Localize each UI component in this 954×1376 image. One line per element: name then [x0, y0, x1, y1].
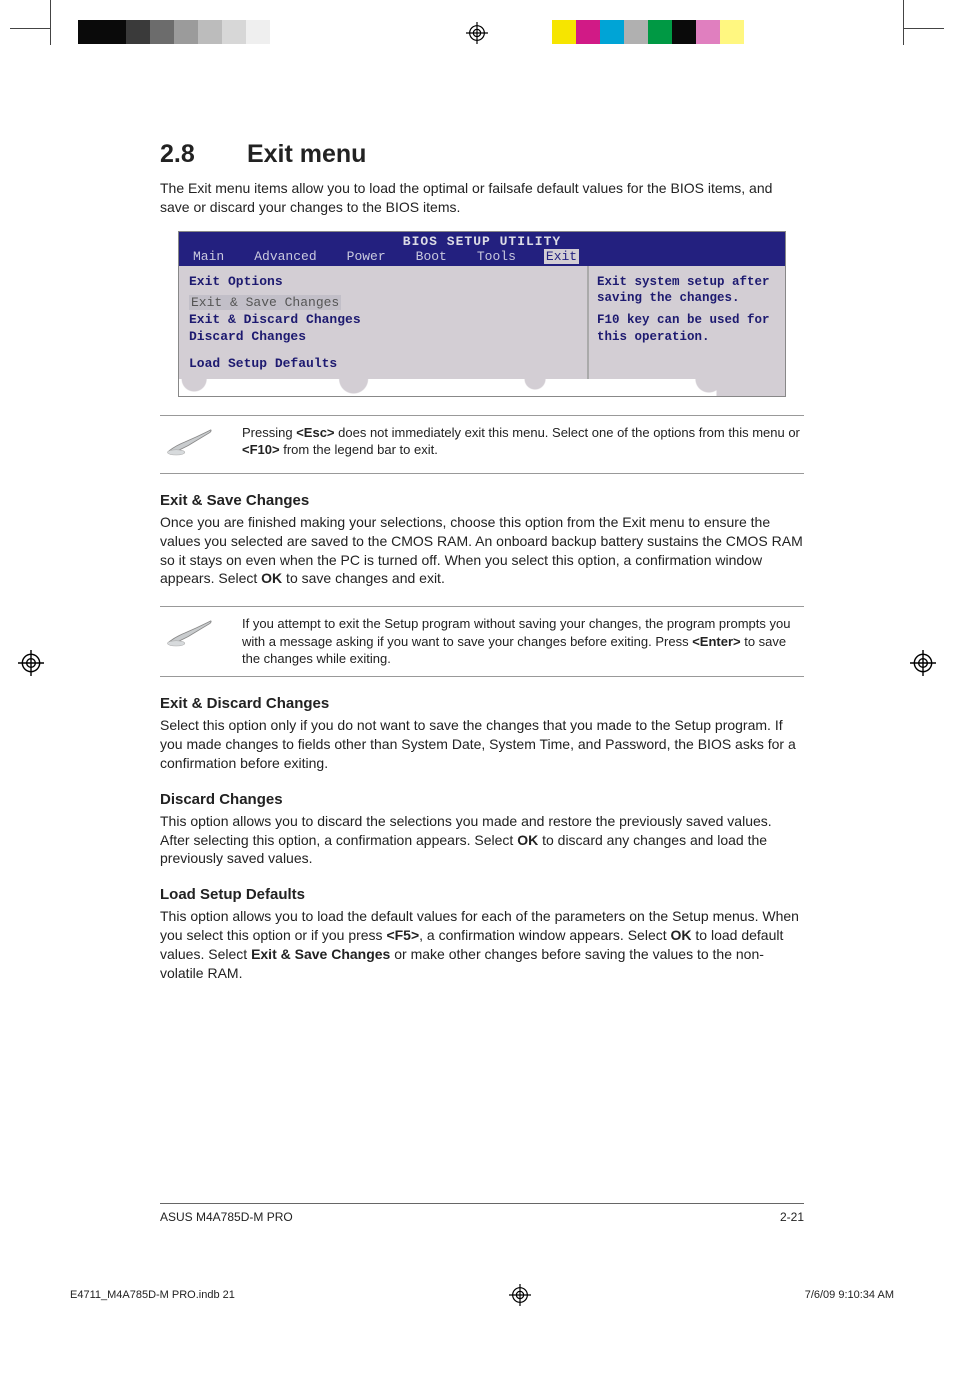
swatch: [102, 20, 126, 44]
crop-mark-right: [903, 0, 919, 45]
swatch: [696, 20, 720, 44]
bios-left-panel: Exit Options Exit & Save Changes Exit & D…: [179, 266, 587, 396]
crop-mark-left: [35, 0, 51, 45]
swatch: [672, 20, 696, 44]
swatch: [198, 20, 222, 44]
swatch: [600, 20, 624, 44]
bios-tab: Exit: [544, 249, 579, 264]
swatch: [222, 20, 246, 44]
swatch: [720, 20, 744, 44]
key-esc: <Esc>: [296, 425, 334, 440]
footer-product: ASUS M4A785D-M PRO: [160, 1210, 293, 1224]
swatch: [624, 20, 648, 44]
subsection-heading: Load Setup Defaults: [160, 886, 804, 903]
swatch: [150, 20, 174, 44]
subsection-heading: Discard Changes: [160, 791, 804, 808]
note-text: If you attempt to exit the Setup program…: [242, 615, 800, 668]
print-file: E4711_M4A785D-M PRO.indb 21: [70, 1289, 235, 1301]
bios-menu-item: Discard Changes: [189, 329, 577, 344]
section-heading: 2.8 Exit menu: [160, 140, 804, 169]
body-paragraph: This option allows you to discard the se…: [160, 812, 804, 869]
print-datetime: 7/6/09 9:10:34 AM: [805, 1289, 894, 1301]
bios-help-panel: Exit system setup after saving the chang…: [587, 266, 785, 396]
registration-mark-icon: [910, 650, 936, 676]
bios-tab: Main: [191, 249, 226, 264]
swatch: [576, 20, 600, 44]
bios-menu-item: Exit & Discard Changes: [189, 312, 577, 327]
swatch: [246, 20, 270, 44]
swatch: [78, 20, 102, 44]
swatch: [552, 20, 576, 44]
bios-tab-bar: Main Advanced Power Boot Tools Exit: [179, 249, 785, 266]
printer-marks-top: [0, 0, 954, 60]
swatch: [174, 20, 198, 44]
page-footer: ASUS M4A785D-M PRO 2-21: [160, 1203, 804, 1224]
subsection-heading: Exit & Save Changes: [160, 492, 804, 509]
bios-screenshot: BIOS SETUP UTILITY Main Advanced Power Boot…: [178, 231, 786, 397]
note-callout: If you attempt to exit the Setup program…: [160, 606, 804, 677]
note-icon: [164, 615, 224, 656]
note-icon: [164, 424, 224, 465]
key-enter: <Enter>: [692, 634, 740, 649]
body-paragraph: Select this option only if you do not wa…: [160, 716, 804, 773]
swatch: [648, 20, 672, 44]
bios-panel-header: Exit Options: [189, 274, 577, 289]
page-content: 2.8 Exit menu The Exit menu items allow …: [160, 140, 804, 1224]
swatch: [126, 20, 150, 44]
registration-mark-icon: [509, 1284, 531, 1306]
bios-tab: Power: [345, 249, 388, 264]
print-slug: E4711_M4A785D-M PRO.indb 21 7/6/09 9:10:…: [70, 1284, 894, 1306]
body-paragraph: This option allows you to load the defau…: [160, 907, 804, 983]
bios-help-line: Exit system setup after saving the chang…: [597, 274, 777, 307]
bios-tab: Advanced: [252, 249, 318, 264]
bios-menu-item: Exit & Save Changes: [189, 295, 341, 310]
bios-menu-item: Load Setup Defaults: [189, 356, 577, 371]
footer-page-number: 2-21: [780, 1210, 804, 1224]
section-number: 2.8: [160, 140, 240, 169]
section-title: Exit menu: [247, 140, 366, 168]
intro-paragraph: The Exit menu items allow you to load th…: [160, 179, 804, 217]
bios-help-line: F10 key can be used for this operation.: [597, 312, 777, 345]
color-swatches: [552, 20, 744, 44]
note-callout: Pressing <Esc> does not immediately exit…: [160, 415, 804, 474]
grayscale-swatches: [78, 20, 270, 44]
registration-mark-icon: [18, 650, 44, 676]
registration-mark-icon: [466, 22, 488, 44]
bios-title: BIOS SETUP UTILITY: [179, 232, 785, 249]
bios-tab: Boot: [414, 249, 449, 264]
note-text: Pressing <Esc> does not immediately exit…: [242, 424, 800, 459]
subsection-heading: Exit & Discard Changes: [160, 695, 804, 712]
bios-tab: Tools: [475, 249, 518, 264]
key-f10: <F10>: [242, 442, 280, 457]
body-paragraph: Once you are finished making your select…: [160, 513, 804, 589]
